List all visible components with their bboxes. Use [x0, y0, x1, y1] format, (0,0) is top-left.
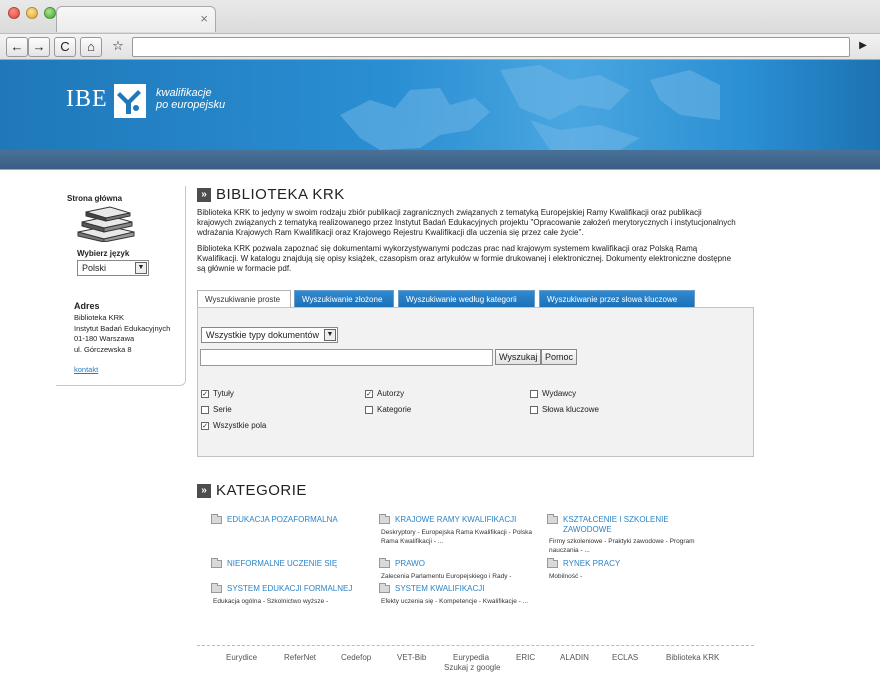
tab-advanced-search[interactable]: Wyszukiwanie złożone — [294, 290, 394, 308]
checkbox-publishers[interactable]: Wydawcy — [530, 389, 576, 398]
search-button[interactable]: Wyszukaj — [495, 349, 542, 365]
checkbox-all-fields[interactable]: ✓ Wszystkie pola — [201, 421, 266, 430]
checkbox-keywords[interactable]: Słowa kluczowe — [530, 405, 599, 414]
checkbox-titles[interactable]: ✓ Tytuły — [201, 389, 234, 398]
folder-icon — [211, 583, 222, 593]
checkbox-unchecked-icon[interactable] — [201, 405, 209, 414]
checkbox-checked-icon[interactable]: ✓ — [201, 421, 209, 430]
category-item[interactable]: KSZTAŁCENIE I SZKOLENIE ZAWODOWE Firmy s… — [547, 514, 717, 555]
go-button[interactable]: ▶ — [852, 37, 874, 57]
intro-paragraph-2: Biblioteka KRK pozwala zapoznać się doku… — [197, 244, 732, 273]
footer-link-cedefop[interactable]: Cedefop — [341, 653, 371, 662]
checkbox-unchecked-icon[interactable] — [530, 405, 538, 414]
footer-link-eric[interactable]: ERIC — [516, 653, 535, 662]
address-bar[interactable] — [132, 37, 850, 57]
forward-button[interactable]: → — [28, 37, 50, 57]
checkbox-unchecked-icon[interactable] — [530, 389, 538, 398]
double-chevron-icon: » — [197, 484, 211, 498]
reload-button[interactable]: C — [54, 37, 76, 57]
footer-divider — [197, 645, 754, 646]
books-icon[interactable] — [74, 206, 136, 242]
home-link[interactable]: Strona główna — [67, 194, 122, 203]
folder-icon — [379, 583, 390, 593]
help-button[interactable]: Pomoc — [541, 349, 578, 365]
ibe-logo-text: IBE — [66, 86, 108, 112]
intro-paragraph: Biblioteka KRK to jedyny w swoim rodzaju… — [197, 208, 736, 237]
category-item[interactable]: EDUKACJA POZAFORMALNA — [211, 514, 371, 535]
footer-link-vet-bib[interactable]: VET-Bib — [397, 653, 426, 662]
footer-link-biblioteka-krk[interactable]: Biblioteka KRK — [666, 653, 719, 662]
logo-tagline: kwalifikacje po europejsku — [156, 87, 226, 111]
folder-icon — [379, 514, 390, 524]
category-item[interactable]: SYSTEM KWALIFIKACJI Efekty uczenia się -… — [379, 583, 549, 608]
minimize-window-button[interactable] — [26, 7, 38, 19]
document-type-select[interactable]: Wszystkie typy dokumentów ▼ — [201, 327, 338, 343]
browser-toolbar: ← → C ⌂ ☆ ▶ — [0, 33, 880, 59]
footer-link-aladin[interactable]: ALADIN — [560, 653, 589, 662]
contact-link[interactable]: kontakt — [74, 365, 98, 374]
category-item[interactable]: KRAJOWE RAMY KWALIFIKACJI Deskryptory - … — [379, 514, 544, 547]
bookmark-star-icon[interactable]: ☆ — [107, 37, 129, 57]
folder-icon — [211, 514, 222, 524]
folder-icon — [547, 514, 558, 524]
zoom-window-button[interactable] — [44, 7, 56, 19]
footer-link-google-search[interactable]: Szukaj z google — [444, 663, 500, 672]
ibe-logo-icon — [114, 84, 146, 118]
footer-link-eurydice[interactable]: Eurydice — [226, 653, 257, 662]
search-input[interactable] — [200, 349, 493, 366]
chevron-down-icon: ▼ — [324, 329, 336, 341]
folder-icon — [379, 558, 390, 568]
tab-keyword-search[interactable]: Wyszukiwanie przez słowa kluczowe — [539, 290, 695, 308]
window-controls — [8, 7, 56, 19]
category-item[interactable]: SYSTEM EDUKACJI FORMALNEJ Edukacja ogóln… — [211, 583, 376, 608]
close-window-button[interactable] — [8, 7, 20, 19]
language-select[interactable]: Polski ▼ — [77, 260, 149, 276]
checkbox-authors[interactable]: ✓ Autorzy — [365, 389, 404, 398]
europe-map-graphic — [340, 65, 720, 150]
back-button[interactable]: ← — [6, 37, 28, 57]
double-chevron-icon: » — [197, 188, 211, 202]
category-item[interactable]: NIEFORMALNE UCZENIE SIĘ — [211, 558, 371, 575]
checkbox-series[interactable]: Serie — [201, 405, 232, 414]
tab-category-search[interactable]: Wyszukiwanie według kategorii — [398, 290, 535, 308]
banner-subbar — [0, 150, 880, 170]
address-block: Biblioteka KRK Instytut Badań Edukacyjny… — [74, 313, 171, 354]
browser-tab[interactable]: × — [56, 6, 216, 32]
checkbox-unchecked-icon[interactable] — [365, 405, 373, 414]
checkbox-checked-icon[interactable]: ✓ — [365, 389, 373, 398]
footer-link-eclas[interactable]: ECLAS — [612, 653, 638, 662]
categories-title: KATEGORIE — [216, 482, 307, 499]
footer-link-eurypedia[interactable]: Eurypedia — [453, 653, 489, 662]
folder-icon — [547, 558, 558, 568]
language-label: Wybierz język — [77, 249, 130, 258]
checkbox-checked-icon[interactable]: ✓ — [201, 389, 209, 398]
chevron-down-icon: ▼ — [135, 262, 147, 274]
category-item[interactable]: PRAWO Zalecenia Parlamentu Europejskiego… — [379, 558, 544, 583]
footer-link-refernet[interactable]: ReferNet — [284, 653, 316, 662]
browser-chrome: × ← → C ⌂ ☆ ▶ — [0, 0, 880, 60]
home-button[interactable]: ⌂ — [80, 37, 102, 57]
category-item[interactable]: RYNEK PRACY Mobilność - — [547, 558, 717, 583]
checkbox-categories[interactable]: Kategorie — [365, 405, 411, 414]
sidebar: Strona główna Wybierz język Polski ▼ Adr… — [56, 186, 186, 386]
site-banner: IBE kwalifikacje po europejsku — [0, 60, 880, 150]
tab-close-icon[interactable]: × — [200, 11, 208, 26]
folder-icon — [211, 558, 222, 568]
address-title: Adres — [74, 301, 100, 311]
page-title: BIBLIOTEKA KRK — [216, 186, 345, 203]
